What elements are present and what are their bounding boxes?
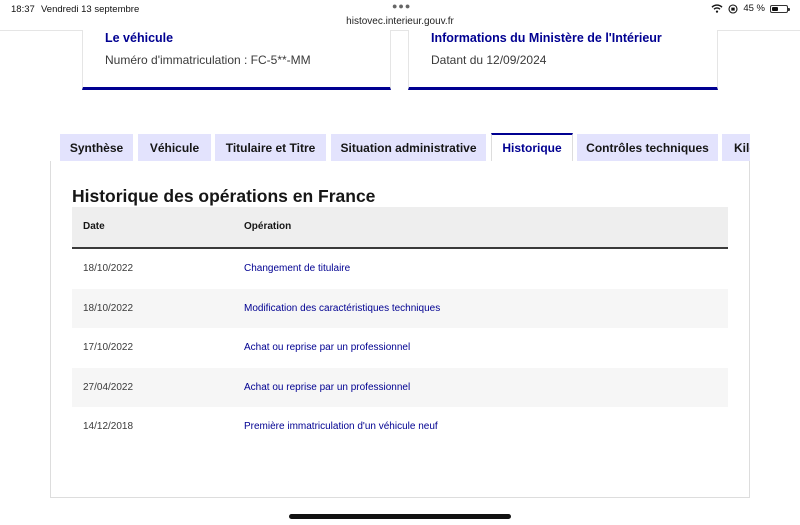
history-table: Date Opération 18/10/2022 Changement de … bbox=[72, 207, 728, 447]
row-date: 17/10/2022 bbox=[83, 342, 134, 354]
table-row: 18/10/2022 Modification des caractéristi… bbox=[72, 288, 728, 329]
more-options-icon[interactable]: ●●● bbox=[392, 1, 411, 11]
data-date: Datant du 12/09/2024 bbox=[431, 53, 547, 67]
column-header-operation: Opération bbox=[244, 221, 292, 232]
home-indicator[interactable] bbox=[289, 514, 511, 519]
battery-icon bbox=[770, 4, 790, 13]
status-date: Vendredi 13 septembre bbox=[41, 4, 140, 15]
status-bar: 18:37 Vendredi 13 septembre ●●● histovec… bbox=[0, 0, 800, 30]
history-title: Historique des opérations en France bbox=[72, 186, 376, 206]
row-date: 14/12/2018 bbox=[83, 421, 134, 433]
tab-controles-techniques[interactable]: Contrôles techniques bbox=[577, 134, 718, 162]
report-tabs: Synthèse Véhicule Titulaire et Titre Sit… bbox=[60, 133, 750, 162]
table-row: 27/04/2022 Achat ou reprise par un profe… bbox=[72, 367, 728, 408]
row-operation-link[interactable]: Changement de titulaire bbox=[244, 263, 350, 274]
orientation-lock-icon bbox=[728, 3, 738, 14]
row-date: 27/04/2022 bbox=[83, 381, 134, 393]
vehicle-card: Le véhicule Numéro d'immatriculation : F… bbox=[82, 30, 391, 90]
table-row: 17/10/2022 Achat ou reprise par un profe… bbox=[72, 328, 728, 368]
registration-number: Numéro d'immatriculation : FC-5**-MM bbox=[105, 53, 311, 67]
ministry-info-card: Informations du Ministère de l'Intérieur… bbox=[408, 30, 718, 90]
address-bar-url[interactable]: histovec.interieur.gouv.fr bbox=[0, 16, 800, 27]
battery-percent: 45 % bbox=[743, 3, 765, 14]
row-operation-link[interactable]: Modification des caractéristiques techni… bbox=[244, 303, 440, 314]
row-operation-link[interactable]: Première immatriculation d'un véhicule n… bbox=[244, 421, 438, 432]
row-date: 18/10/2022 bbox=[83, 302, 134, 314]
tab-situation-administrative[interactable]: Situation administrative bbox=[331, 134, 486, 162]
status-indicators: 45 % bbox=[711, 3, 790, 14]
table-header: Date Opération bbox=[72, 207, 728, 249]
column-header-date: Date bbox=[83, 221, 105, 232]
tab-historique[interactable]: Historique bbox=[491, 133, 573, 162]
status-time: 18:37 bbox=[11, 4, 35, 15]
tab-titulaire-titre[interactable]: Titulaire et Titre bbox=[215, 134, 326, 162]
tab-kilometrage[interactable]: Kilométrage bbox=[722, 134, 750, 162]
tab-vehicule[interactable]: Véhicule bbox=[138, 134, 211, 162]
row-operation-link[interactable]: Achat ou reprise par un professionnel bbox=[244, 382, 410, 393]
row-operation-link[interactable]: Achat ou reprise par un professionnel bbox=[244, 342, 410, 353]
table-row: 14/12/2018 Première immatriculation d'un… bbox=[72, 407, 728, 447]
tab-synthese[interactable]: Synthèse bbox=[60, 134, 133, 162]
row-date: 18/10/2022 bbox=[83, 263, 134, 274]
vehicle-card-title: Le véhicule bbox=[105, 31, 174, 45]
ministry-card-title: Informations du Ministère de l'Intérieur bbox=[431, 31, 662, 45]
table-row: 18/10/2022 Changement de titulaire bbox=[72, 249, 728, 289]
wifi-icon bbox=[711, 4, 723, 13]
